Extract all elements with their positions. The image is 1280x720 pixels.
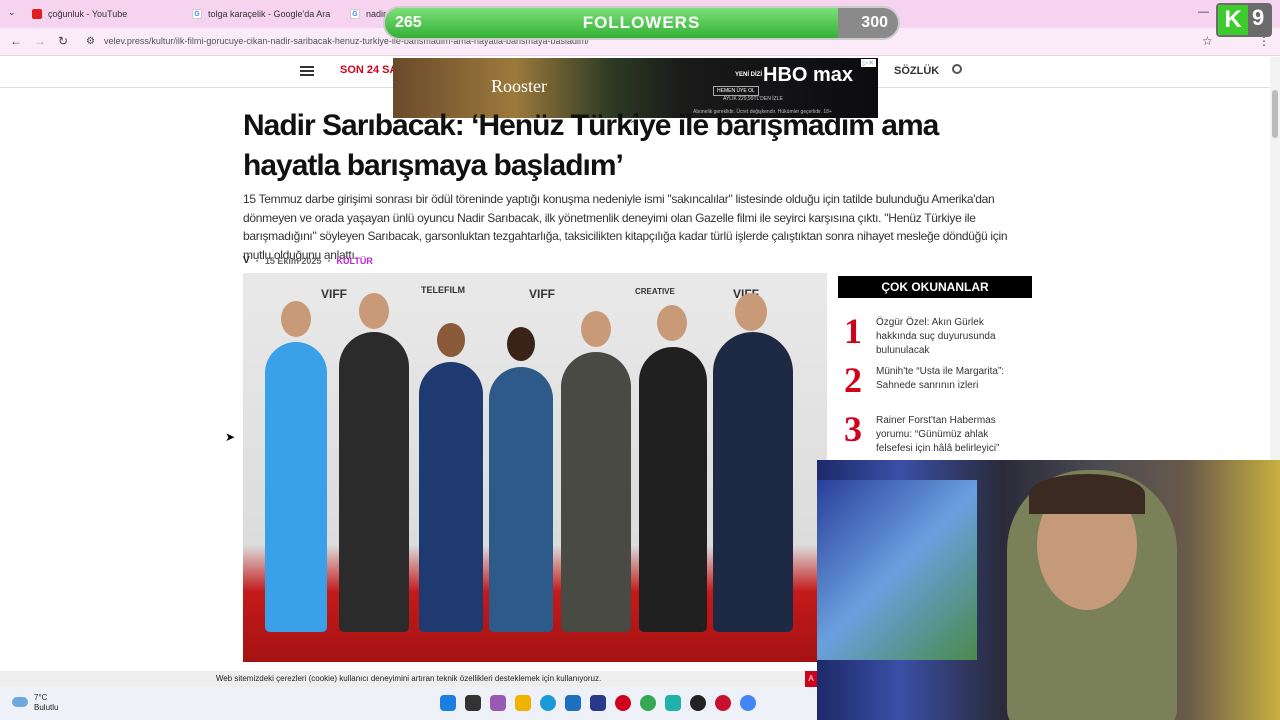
opera-icon[interactable] [615,695,631,711]
copilot-icon[interactable] [490,695,506,711]
tab-nadir[interactable]: G nadir [350,4,386,24]
wall-logo: CREATIVE [635,287,675,296]
tab-label: çoğunluk - YouTube [48,9,128,19]
bookmark-star-icon[interactable]: ☆ [1202,34,1213,48]
article-photo: VIFF TELEFILM VIFF VIFF CREATIVE [243,273,827,662]
most-read-link[interactable]: Rainer Forst'tan Habermas yorumu: “Günüm… [876,414,1026,456]
mouse-cursor-icon: ➤ [225,430,236,444]
ad-brand: HBO max [763,64,854,86]
kick-logo-icon: K [1218,5,1248,35]
person [489,367,553,632]
hamburger-menu-icon[interactable] [300,66,314,76]
wall-logo: VIFF [529,287,555,301]
cloud-icon [12,697,28,707]
ad-yeni-dizi: YENİ DİZİ [735,72,763,78]
velev-logo-icon: V [243,255,250,266]
back-icon[interactable]: ← [10,34,22,48]
monitor-screen [817,480,977,660]
sozluk-link[interactable]: SÖZLÜK [894,65,939,77]
webcam-overlay [817,460,1280,720]
person [339,332,409,632]
person [265,342,327,632]
person-head [657,305,687,341]
forward-icon[interactable]: → [34,34,46,48]
followers-goal-bar: 265 FOLLOWERS 300 [383,6,900,40]
rank-number: 3 [844,409,862,449]
person [419,362,483,632]
reload-icon[interactable]: ↻ [58,34,68,48]
cookie-accept-button[interactable]: A [805,671,817,687]
chrome-icon[interactable] [740,695,756,711]
minimize-icon[interactable]: — [1198,6,1209,18]
rank-number: 1 [844,311,862,351]
most-read-title: ÇOK OKUNANLAR [838,276,1032,298]
weather-widget[interactable]: 7°C Bulutlu [12,693,58,713]
person-head [359,293,389,329]
tab-label: tolga karaçelik - Google'da Ara [208,9,331,19]
google-icon: G [350,9,360,19]
ad-title: Rooster [491,76,547,96]
article-meta: V • 15 Ekim 2025 • KÜLTÜR [243,255,373,266]
kick-count: 9 [1252,5,1265,30]
search-icon[interactable] [952,64,962,74]
file-explorer-icon[interactable] [515,695,531,711]
streamer-hair [1029,474,1145,514]
kick-badge: K 9 [1216,3,1272,37]
cookie-banner: Web sitemizdeki çerezleri (cookie) kulla… [0,671,817,687]
windows-start-icon[interactable] [440,695,456,711]
scrollbar-thumb[interactable] [1272,90,1278,138]
app-icon[interactable] [590,695,606,711]
tab-list-chevron-icon[interactable]: ⌄ [8,7,16,18]
chrome-icon[interactable] [640,695,656,711]
ad-price: AYLIK 229,99TL'DEN İZLE [723,96,783,102]
article-lede: 15 Temmuz darbe girişimi sonrası bir ödü… [243,192,1008,262]
separator-dot: • [255,255,259,266]
tab-google[interactable]: G tolga karaçelik - Google'da Ara × [192,4,359,24]
followers-goal: 300 [861,14,888,31]
taskbar-icons [440,695,756,711]
weather-temp: 7°C [34,693,48,702]
ad-cta-button[interactable]: HEMEN ÜYE OL [713,86,759,96]
article-date: 15 Ekim 2025 [264,255,322,266]
person [561,352,631,632]
obs-icon[interactable] [690,695,706,711]
youtube-icon [32,9,42,19]
app-icon[interactable] [715,695,731,711]
weather-condition: Bulutlu [34,703,59,712]
person-head [581,311,611,347]
person-head [437,323,465,357]
task-view-icon[interactable] [465,695,481,711]
edge-icon[interactable] [540,695,556,711]
person [639,347,707,632]
person-head [735,293,767,331]
rank-number: 2 [844,360,862,400]
person-head [281,301,311,337]
followers-label: FOLLOWERS [582,13,701,32]
article-headline: Nadir Sarıbacak: ‘Henüz Türkiye ile barı… [243,109,939,182]
cookie-text: Web sitemizdeki çerezleri (cookie) kulla… [215,674,602,683]
tab-youtube[interactable]: çoğunluk - YouTube × [32,4,200,24]
wall-logo: TELEFILM [421,285,465,295]
person [713,332,793,632]
article-category-link[interactable]: KÜLTÜR [337,256,373,266]
wall-logo: VIFF [321,287,347,301]
most-read-link[interactable]: Münih'te “Usta ile Margarita”: Sahnede s… [876,365,1026,393]
ad-choices-icon[interactable]: ▷✕ [860,59,876,67]
google-icon: G [192,9,202,19]
most-read-link[interactable]: Özgür Özel: Akın Gürlek hakkında suç duy… [876,316,1026,358]
app-icon[interactable] [665,695,681,711]
taskbar: 7°C Bulutlu [0,687,817,720]
site-info-icon[interactable]: ⚙ [86,36,95,47]
separator-dot: • [327,255,331,266]
person-head [507,327,535,361]
store-icon[interactable] [565,695,581,711]
